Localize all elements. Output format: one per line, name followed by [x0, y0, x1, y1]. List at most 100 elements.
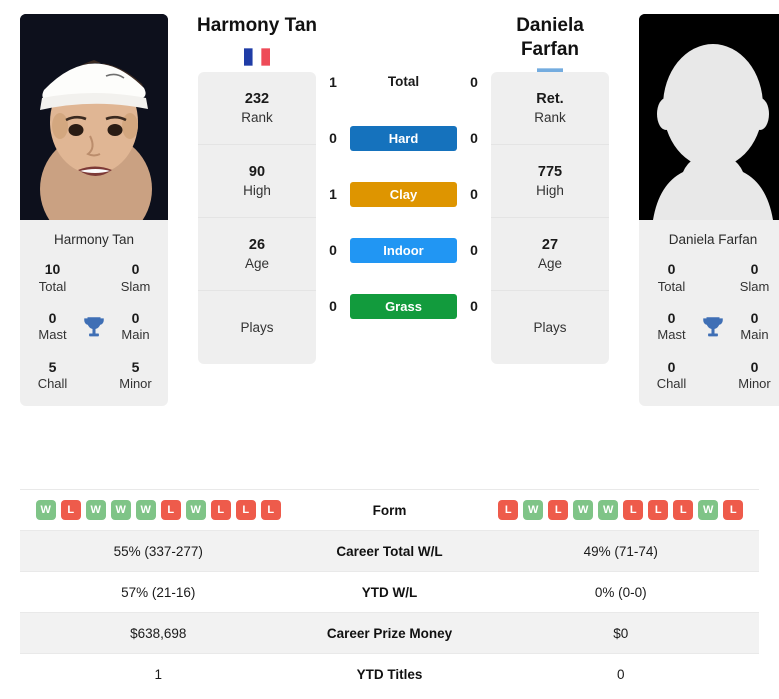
left-titles-total: 10 Total	[28, 261, 77, 295]
left-titles-slam-label: Slam	[120, 278, 151, 294]
left-high-label: High	[243, 182, 271, 198]
h2h-total-label: Total	[387, 74, 420, 89]
h2h-hard-right: 0	[470, 130, 478, 146]
left-age-value: 26	[248, 236, 266, 253]
right-rank-card: Ret. Rank 775 High 27 Age Plays	[491, 72, 609, 364]
surface-pill-clay[interactable]: Clay	[350, 181, 457, 207]
form-badge-loss[interactable]: L	[160, 500, 181, 520]
right-high-row: 775 High	[491, 145, 609, 218]
left-prize-money: $638,698	[130, 625, 187, 641]
right-plays-label: Plays	[533, 319, 567, 335]
right-plays-row: Plays	[491, 291, 609, 364]
form-badge-win[interactable]: W	[35, 500, 56, 520]
comparison-stats-table: WLWWWLWLLL Form LWLWWLLLWL 55% (337-277)…	[20, 489, 759, 694]
left-titles-main: 0 Main	[111, 310, 160, 344]
left-titles-mast-label: Mast	[38, 327, 67, 343]
right-rank-value: Ret.	[536, 90, 564, 107]
left-rank-value: 232	[244, 90, 270, 107]
right-titles-mast-value: 0	[667, 309, 676, 326]
table-row-ytd-titles: 1 YTD Titles 0	[20, 653, 759, 694]
table-label-prize-money: Career Prize Money	[326, 625, 453, 641]
h2h-indoor-row: 0 Indoor 0	[316, 236, 491, 264]
right-titles-main: 0 Main	[730, 310, 779, 344]
right-ytd-wl: 0% (0-0)	[594, 584, 647, 600]
left-rank-card: 232 Rank 90 High 26 Age Plays	[198, 72, 316, 364]
surface-pill-grass[interactable]: Grass	[350, 293, 457, 319]
left-player-name[interactable]: Harmony Tan	[197, 14, 317, 38]
h2h-total-mid: Total	[350, 73, 457, 91]
right-titles-name: Daniela Farfan	[668, 232, 758, 247]
form-badge-win[interactable]: W	[110, 500, 131, 520]
left-titles-chall-label: Chall	[37, 376, 68, 391]
form-badge-loss[interactable]: L	[60, 500, 81, 520]
right-rank-label: Rank	[534, 109, 566, 125]
form-badge-win[interactable]: W	[135, 500, 156, 520]
h2h-grass-row: 0 Grass 0	[316, 292, 491, 320]
form-badge-win[interactable]: W	[185, 500, 206, 520]
form-badge-loss[interactable]: L	[260, 500, 281, 520]
right-career-wl: 49% (71-74)	[583, 543, 658, 559]
h2h-total-row: 1 Total 0	[316, 68, 491, 96]
h2h-indoor-left: 0	[329, 242, 337, 258]
left-titles-mast: 0 Mast	[28, 310, 77, 344]
left-titles-minor: 5 Minor	[111, 359, 160, 393]
form-badge-loss[interactable]: L	[648, 500, 669, 520]
table-row-ytd-wl: 57% (21-16) YTD W/L 0% (0-0)	[20, 571, 759, 612]
form-badge-loss[interactable]: L	[673, 500, 694, 520]
h2h-total-right: 0	[470, 74, 478, 90]
right-titles-total: 0 Total	[647, 261, 696, 295]
left-form-badges: WLWWWLWLLL	[20, 500, 297, 520]
left-titles-mast-value: 0	[48, 309, 57, 326]
right-titles-grid: 0 Total 0 Slam 0 Mast 0 Main 0 Chall 0 M…	[647, 261, 779, 392]
right-titles-minor-label: Minor	[738, 376, 771, 391]
surface-pill-hard[interactable]: Hard	[350, 125, 457, 151]
form-badge-win[interactable]: W	[698, 500, 719, 520]
right-age-label: Age	[537, 255, 563, 271]
left-titles-main-label: Main	[121, 327, 150, 343]
right-titles-main-value: 0	[750, 309, 759, 326]
form-badge-loss[interactable]: L	[623, 500, 644, 520]
right-titles-main-label: Main	[740, 327, 769, 343]
right-titles-minor: 0 Minor	[730, 359, 779, 393]
left-player-photo	[20, 14, 168, 220]
table-row-career-wl: 55% (337-277) Career Total W/L 49% (71-7…	[20, 530, 759, 571]
table-label-ytd-wl: YTD W/L	[361, 584, 418, 600]
right-age-row: 27 Age	[491, 218, 609, 291]
left-titles-total-value: 10	[44, 261, 61, 277]
right-titles-slam-label: Slam	[739, 278, 770, 294]
form-badge-loss[interactable]: L	[723, 500, 744, 520]
form-badge-win[interactable]: W	[598, 500, 619, 520]
right-titles-chall-value: 0	[667, 358, 676, 375]
form-badge-loss[interactable]: L	[548, 500, 569, 520]
form-badge-loss[interactable]: L	[498, 500, 519, 520]
form-badge-win[interactable]: W	[573, 500, 594, 520]
left-age-row: 26 Age	[198, 218, 316, 291]
left-rank-label: Rank	[241, 109, 273, 125]
left-titles-name: Harmony Tan	[53, 232, 135, 247]
left-titles-main-value: 0	[131, 309, 140, 326]
left-high-value: 90	[248, 163, 266, 180]
form-badge-win[interactable]: W	[85, 500, 106, 520]
right-player-column: Daniela Farfan 0 Total 0 Slam 0 Mast 0 M…	[639, 14, 779, 407]
right-ytd-titles: 0	[616, 666, 625, 682]
form-badge-loss[interactable]: L	[235, 500, 256, 520]
right-age-value: 27	[541, 236, 559, 253]
left-rank-row: 232 Rank	[198, 72, 316, 145]
left-high-row: 90 High	[198, 145, 316, 218]
right-info-column: Daniela Farfan Ret. Rank 775 High 27 Age…	[491, 14, 609, 406]
surface-pill-indoor[interactable]: Indoor	[350, 237, 457, 263]
h2h-clay-right: 0	[470, 186, 478, 202]
h2h-indoor-mid: Indoor	[350, 237, 457, 263]
left-titles-minor-label: Minor	[119, 376, 152, 391]
right-player-name-block: Daniela Farfan	[491, 14, 609, 86]
h2h-grass-right: 0	[470, 298, 478, 314]
left-titles-chall: 5 Chall	[28, 359, 77, 393]
trophy-icon	[77, 314, 111, 340]
left-career-wl: 55% (337-277)	[113, 543, 203, 559]
right-player-name[interactable]: Daniela Farfan	[516, 14, 584, 62]
left-player-column: Harmony Tan 10 Total 0 Slam 0 Mast 0 Mai…	[20, 14, 168, 407]
h2h-hard-row: 0 Hard 0	[316, 124, 491, 152]
right-form-badges: LWLWWLLLWL	[483, 500, 760, 520]
form-badge-loss[interactable]: L	[210, 500, 231, 520]
form-badge-win[interactable]: W	[523, 500, 544, 520]
